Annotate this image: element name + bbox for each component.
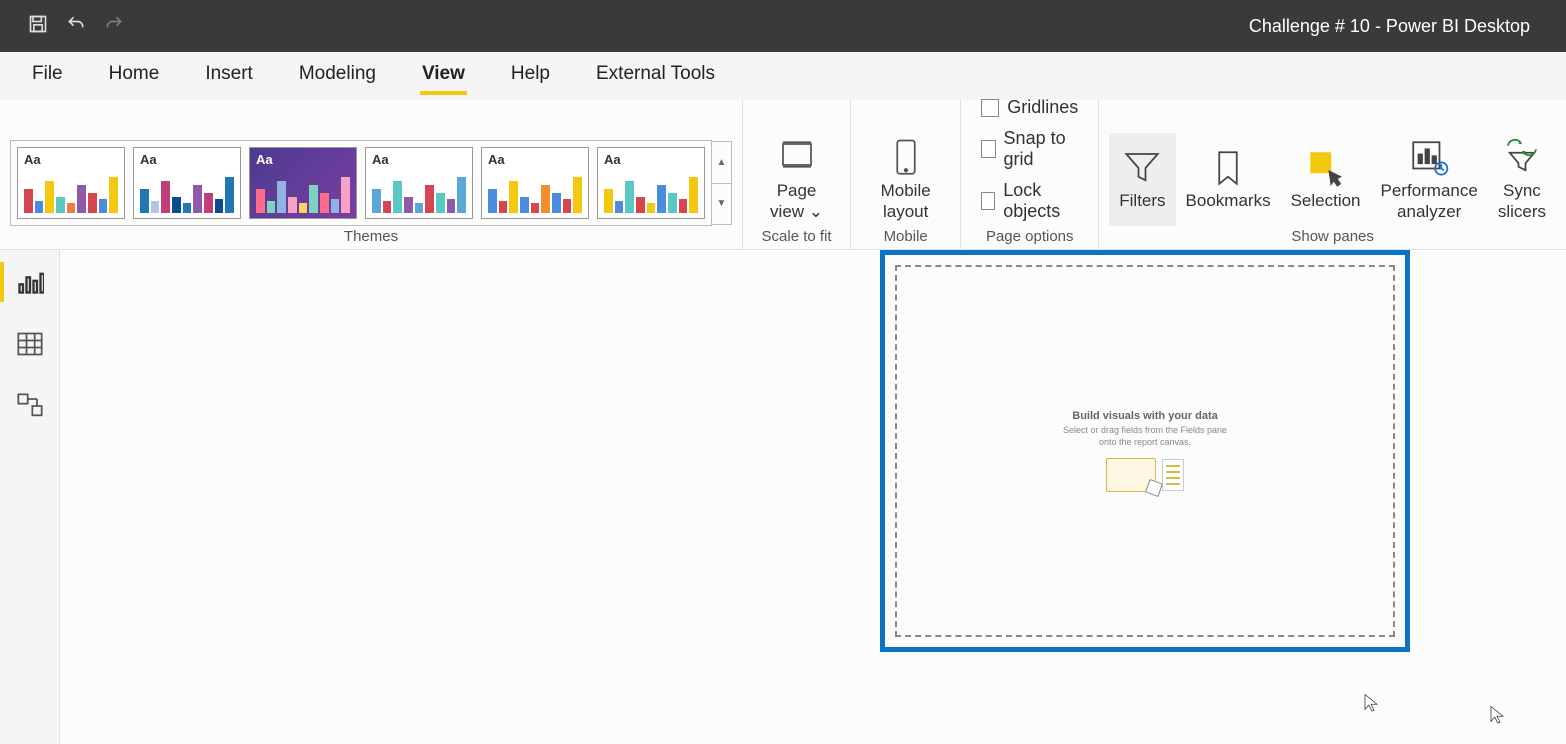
model-view-icon[interactable] xyxy=(16,392,44,420)
tab-modeling[interactable]: Modeling xyxy=(297,57,378,95)
performance-analyzer-button[interactable]: Performance analyzer xyxy=(1371,133,1488,226)
selection-button[interactable]: Selection xyxy=(1281,133,1371,226)
cursor-icon xyxy=(1362,690,1380,714)
tab-view[interactable]: View xyxy=(420,57,467,95)
mobile-layout-button[interactable]: Mobile layout xyxy=(861,133,950,226)
titlebar: Challenge # 10 - Power BI Desktop xyxy=(0,0,1566,52)
data-view-icon[interactable] xyxy=(16,330,44,358)
theme-item[interactable]: Aa xyxy=(133,147,241,219)
group-label-themes: Themes xyxy=(344,228,398,245)
gridlines-checkbox[interactable]: Gridlines xyxy=(981,97,1078,118)
theme-gallery-expand[interactable]: ▲▼ xyxy=(712,141,732,225)
hint-subtitle: Select or drag fields from the Fields pa… xyxy=(1063,425,1227,448)
menubar: File Home Insert Modeling View Help Exte… xyxy=(0,52,1566,100)
snap-to-grid-checkbox[interactable]: Snap to grid xyxy=(981,128,1078,170)
report-view-icon[interactable] xyxy=(16,268,44,296)
canvas-selection[interactable]: Build visuals with your data Select or d… xyxy=(880,250,1410,652)
theme-item[interactable]: Aa xyxy=(481,147,589,219)
group-label-show-panes: Show panes xyxy=(1291,228,1374,245)
tab-file[interactable]: File xyxy=(30,57,65,95)
chevron-down-icon: ⌄ xyxy=(809,202,823,221)
cursor-icon xyxy=(1488,702,1506,726)
sync-slicers-button[interactable]: Sync slicers xyxy=(1488,133,1556,226)
undo-icon[interactable] xyxy=(66,14,86,39)
bookmarks-button[interactable]: Bookmarks xyxy=(1176,133,1281,226)
save-icon[interactable] xyxy=(28,14,48,39)
lock-objects-checkbox[interactable]: Lock objects xyxy=(981,180,1078,222)
theme-gallery[interactable]: Aa Aa Aa Aa Aa xyxy=(10,140,712,226)
theme-item[interactable]: Aa xyxy=(597,147,705,219)
theme-item[interactable]: Aa xyxy=(17,147,125,219)
left-nav xyxy=(0,250,60,744)
tab-insert[interactable]: Insert xyxy=(203,57,255,95)
workspace: Build visuals with your data Select or d… xyxy=(0,250,1566,744)
hint-title: Build visuals with your data xyxy=(1072,410,1217,422)
page-view-button[interactable]: Page view ⌄ xyxy=(753,133,840,226)
theme-item[interactable]: Aa xyxy=(365,147,473,219)
canvas-placeholder: Build visuals with your data Select or d… xyxy=(895,265,1395,637)
tab-home[interactable]: Home xyxy=(107,57,162,95)
report-canvas[interactable]: Build visuals with your data Select or d… xyxy=(60,250,1566,744)
ribbon: Aa Aa Aa Aa Aa xyxy=(0,100,1566,250)
tab-help[interactable]: Help xyxy=(509,57,552,95)
theme-item-active[interactable]: Aa xyxy=(249,147,357,219)
group-label-mobile: Mobile xyxy=(884,228,928,245)
tab-external-tools[interactable]: External Tools xyxy=(594,57,717,95)
filters-button[interactable]: Filters xyxy=(1109,133,1175,226)
app-title: Challenge # 10 - Power BI Desktop xyxy=(124,16,1566,37)
group-label-scale: Scale to fit xyxy=(762,228,832,245)
group-label-page-options: Page options xyxy=(986,228,1074,245)
hint-illustration xyxy=(1106,458,1184,492)
redo-icon[interactable] xyxy=(104,14,124,39)
